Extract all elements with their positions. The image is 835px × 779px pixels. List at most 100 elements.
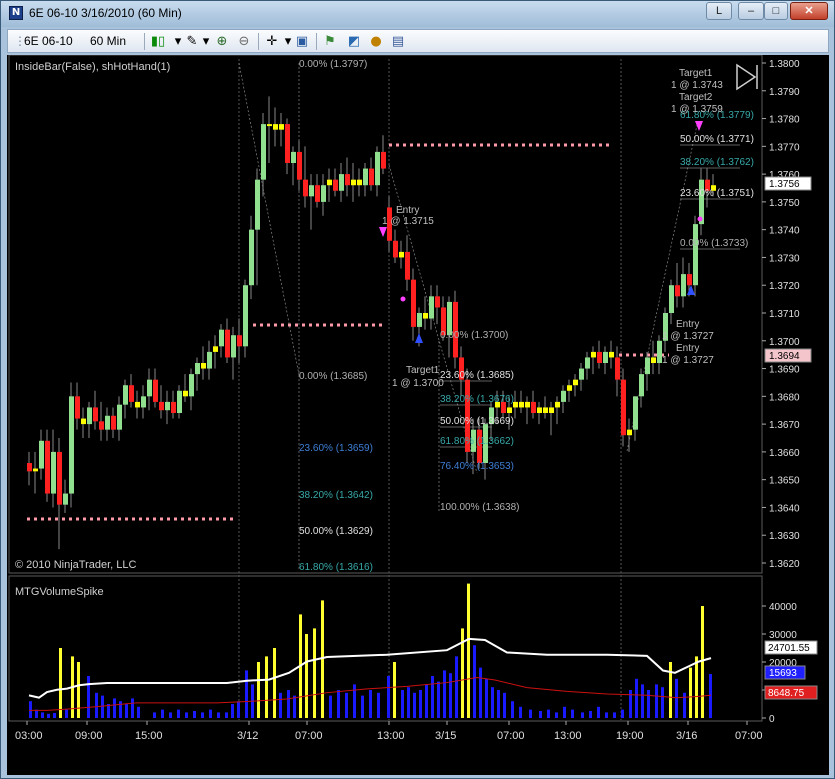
candle-body[interactable] [75, 396, 80, 419]
bar-style-icon[interactable]: ▮▯ [150, 34, 166, 50]
volume-bar[interactable] [41, 712, 44, 718]
candle-body[interactable] [33, 468, 38, 472]
candle-body[interactable] [507, 407, 512, 413]
volume-bar[interactable] [225, 712, 228, 718]
candle-body[interactable] [357, 179, 362, 186]
volume-bar[interactable] [485, 678, 488, 718]
candle-body[interactable] [117, 404, 122, 430]
candle-body[interactable] [219, 329, 224, 347]
volume-bar[interactable] [555, 712, 558, 718]
toolbar-grip[interactable]: ⋮ [14, 33, 26, 50]
candle-body[interactable] [669, 285, 674, 313]
volume-bar[interactable] [425, 684, 428, 718]
volume-bar[interactable] [95, 692, 98, 718]
candle-body[interactable] [399, 251, 404, 258]
volume-bar[interactable] [361, 695, 364, 718]
volume-bar[interactable] [621, 709, 624, 718]
link-button[interactable]: L [706, 2, 732, 20]
candle-body[interactable] [201, 363, 206, 369]
volume-bar[interactable] [547, 709, 550, 718]
volume-bar[interactable] [65, 709, 68, 718]
candle-body[interactable] [213, 346, 218, 352]
candle-body[interactable] [525, 401, 530, 408]
candle-body[interactable] [237, 335, 242, 347]
candle-body[interactable] [603, 351, 608, 363]
candle-body[interactable] [81, 418, 86, 425]
candle-body[interactable] [381, 151, 386, 169]
candle-body[interactable] [393, 240, 398, 258]
candle-body[interactable] [579, 368, 584, 380]
volume-bar[interactable] [571, 709, 574, 718]
candle-body[interactable] [561, 390, 566, 402]
candle-body[interactable] [519, 401, 524, 408]
volume-bar[interactable] [529, 709, 532, 718]
title-bar[interactable]: N 6E 06-10 3/16/2010 (60 Min) L – □ ✕ [1, 1, 834, 27]
properties-icon[interactable]: ▣ [294, 34, 310, 50]
volume-bar[interactable] [77, 662, 80, 718]
candle-body[interactable] [585, 357, 590, 369]
volume-bar[interactable] [125, 704, 128, 718]
volume-bar[interactable] [137, 706, 140, 718]
volume-bar[interactable] [479, 667, 482, 718]
volume-bar[interactable] [407, 687, 410, 718]
zoom-out-icon[interactable]: ⊖ [236, 34, 252, 50]
candle-body[interactable] [63, 493, 68, 505]
candle-body[interactable] [405, 251, 410, 280]
volume-bar[interactable] [589, 711, 592, 718]
candle-body[interactable] [195, 363, 200, 375]
candle-body[interactable] [45, 440, 50, 494]
volume-bar[interactable] [473, 645, 476, 718]
candle-body[interactable] [243, 285, 248, 347]
candle-body[interactable] [423, 313, 428, 319]
volume-bar[interactable] [287, 690, 290, 718]
volume-bar[interactable] [503, 692, 506, 718]
volume-bar[interactable] [313, 628, 316, 718]
chevron-down-icon[interactable]: ▾ [198, 34, 214, 50]
volume-bar[interactable] [635, 678, 638, 718]
candle-body[interactable] [123, 385, 128, 405]
candle-body[interactable] [159, 401, 164, 411]
volume-bar[interactable] [209, 709, 212, 718]
volume-bar[interactable] [161, 709, 164, 718]
candle-body[interactable] [297, 151, 302, 180]
candle-body[interactable] [111, 415, 116, 430]
candle-body[interactable] [39, 440, 44, 469]
volume-bar[interactable] [113, 698, 116, 718]
candle-body[interactable] [549, 407, 554, 413]
volume-bar[interactable] [539, 711, 542, 718]
candle-body[interactable] [273, 124, 278, 130]
candle-body[interactable] [621, 379, 626, 436]
candle-body[interactable] [333, 179, 338, 191]
volume-bar[interactable] [419, 690, 422, 718]
volume-bar[interactable] [29, 701, 32, 718]
volume-bar[interactable] [217, 712, 220, 718]
candle-body[interactable] [675, 285, 680, 297]
volume-bar[interactable] [231, 704, 234, 718]
volume-bar[interactable] [597, 706, 600, 718]
candle-body[interactable] [303, 179, 308, 197]
candle-body[interactable] [291, 151, 296, 163]
candle-body[interactable] [597, 351, 602, 363]
candle-body[interactable] [417, 313, 422, 327]
volume-bar[interactable] [237, 701, 240, 718]
candle-body[interactable] [411, 279, 416, 327]
candle-body[interactable] [339, 174, 344, 191]
volume-bar[interactable] [345, 692, 348, 718]
candle-body[interactable] [435, 296, 440, 308]
volume-bar[interactable] [413, 692, 416, 718]
candle-body[interactable] [57, 451, 62, 505]
candle-body[interactable] [279, 124, 284, 130]
currency-icon[interactable]: ● [368, 34, 384, 50]
volume-bar[interactable] [177, 709, 180, 718]
candle-body[interactable] [633, 396, 638, 430]
volume-bar[interactable] [119, 701, 122, 718]
volume-bar[interactable] [377, 692, 380, 718]
strategy-icon[interactable]: ⚑ [322, 34, 338, 50]
candle-body[interactable] [165, 401, 170, 411]
candle-body[interactable] [315, 185, 320, 202]
volume-bar[interactable] [273, 648, 276, 718]
candle-body[interactable] [627, 429, 632, 436]
minimize-button[interactable]: – [738, 2, 764, 20]
candle-body[interactable] [177, 390, 182, 413]
candle-body[interactable] [591, 351, 596, 358]
